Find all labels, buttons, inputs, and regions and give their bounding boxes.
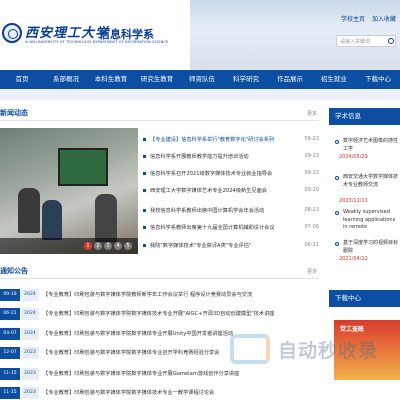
news-item[interactable]: 我校信息科学系教师出席中国计算机学会年会活动 08-23 (143, 205, 319, 219)
photo-person (95, 194, 117, 242)
photo-person (18, 188, 40, 233)
presentation-screen (58, 148, 108, 186)
news-item-date: 09-22 (304, 170, 319, 176)
nav-faculty[interactable]: 师资队伍 (180, 70, 224, 89)
news-item[interactable]: 信息科学系开展教师教学能力提升培训活动 09-23 (143, 151, 319, 165)
list-dot-icon (335, 242, 339, 246)
notice-year: 2023 (21, 368, 39, 380)
homepage-link[interactable]: 学校主页 (341, 16, 365, 23)
slide-dot[interactable]: 3 (104, 242, 112, 250)
news-item[interactable]: 西安理工大学数字媒体艺术专业2024级新生见面会 09-20 (143, 185, 319, 199)
notice-year: 2024 (21, 328, 39, 340)
academic-item-title[interactable]: Weakly supervised learning applications … (343, 209, 400, 232)
nav-research[interactable]: 科学研究 (224, 70, 268, 89)
news-item-date: 08-23 (304, 207, 319, 213)
bullet-icon (143, 244, 146, 247)
notice-title[interactable]: 【专业教育】印刷包装与数字媒体学院数字媒体技术专业一教学课程讨论会 (43, 389, 311, 396)
news-divider (0, 120, 319, 121)
bullet-icon (143, 172, 146, 175)
notice-year: 2024 (21, 289, 39, 301)
notice-date: 12-07 (0, 347, 20, 359)
academic-item-title[interactable]: 数字经济艺术图像的感性工学 (343, 138, 400, 153)
nav-about[interactable]: 系部概况 (44, 70, 88, 89)
news-item[interactable]: 信息科学系教师出席第十九届全国计算机辅助设计会议 07-06 (143, 222, 319, 236)
notice-row[interactable]: 11-15 2023 【专业教育】印刷包装与数字媒体学院数字媒体技术专业一教学课… (0, 386, 319, 400)
notices-section-title: 通知公告 (0, 267, 28, 275)
news-item-title[interactable]: 信息科学系召开2021级数字媒体技术专业就业指导会 (150, 170, 300, 177)
notice-title[interactable]: 【专业教育】印刷包装与数字媒体学院数字媒体技术专业开展"AIGC+开源3D自动创… (43, 310, 311, 317)
nav-undergraduate[interactable]: 本科生教育 (88, 70, 134, 89)
search-input[interactable]: 请输入关键词 (336, 35, 396, 47)
notice-date: 11-15 (0, 387, 20, 399)
banner-strip (0, 89, 400, 100)
news-more-link[interactable]: 更多 (307, 110, 317, 117)
academic-item-date: 2024/05/29 (339, 154, 368, 160)
notice-year: 2024 (21, 308, 39, 320)
news-item-title[interactable]: 我校信息科学系教师出席中国计算机学会年会活动 (150, 207, 300, 214)
news-section-title: 新闻动态 (0, 109, 28, 117)
notices-divider (0, 278, 319, 279)
academic-item-date: 2023/12/11 (339, 198, 368, 204)
notice-row[interactable]: 09-18 2024 【专业教育】印刷包装与数字媒体学院教师新学年工作会议举行 … (0, 288, 319, 302)
notice-row[interactable]: 06-21 2024 【专业教育】印刷包装与数字媒体学院数字媒体技术专业开展"A… (0, 307, 319, 321)
bullet-icon (143, 226, 146, 229)
download-center-title: 下载中心 (329, 290, 400, 307)
main-nav: 首页 系部概况 本科生教育 研究生教育 师资队伍 科学研究 作品展示 招生就业 … (0, 70, 400, 89)
news-item-date: 09-23 (304, 153, 319, 159)
bullet-icon (143, 155, 146, 158)
notice-date: 06-21 (0, 308, 20, 320)
search-icon[interactable] (388, 38, 394, 44)
list-dot-icon (335, 140, 339, 144)
notices-more-link[interactable]: 更多 (307, 268, 317, 275)
university-seal-logo[interactable] (2, 23, 22, 43)
department-name[interactable]: 信息科学系 (99, 26, 154, 42)
academic-item-date: 2021/04/12 (339, 256, 368, 262)
watermark: 自动秒收录 (230, 330, 400, 370)
news-item-title[interactable]: 西安理工大学数字媒体艺术专业2024级新生见面会 (150, 187, 300, 194)
bullet-icon (143, 189, 146, 192)
list-dot-icon (335, 211, 339, 215)
news-item-date: 09-20 (304, 187, 319, 193)
nav-works[interactable]: 作品展示 (268, 70, 312, 89)
watermark-logo-icon (230, 334, 270, 364)
notice-title[interactable]: 【专业教育】印刷包装与数字媒体学院教师新学年工作会议举行 程序设计竞赛动员会与交… (43, 291, 311, 298)
list-dot-icon (335, 176, 339, 180)
site-header: 西安理工大学 XI'AN UNIVERSITY OF TECHNOLOGY DE… (0, 0, 400, 70)
notice-date: 09-18 (0, 289, 20, 301)
news-item-title[interactable]: 信息科学系教师出席第十九届全国计算机辅助设计会议 (150, 224, 300, 231)
notice-date: 04-07 (0, 328, 20, 340)
watermark-text: 自动秒收录 (278, 340, 379, 362)
news-item-date: 06-21 (304, 242, 319, 248)
news-item-date: 07-06 (304, 224, 319, 230)
nav-admission[interactable]: 招生就业 (312, 70, 356, 89)
notice-date: 11-15 (0, 368, 20, 380)
bullet-icon (143, 138, 146, 141)
nav-graduate[interactable]: 研究生教育 (134, 70, 180, 89)
academic-item-title[interactable]: 西安交通大学数字媒体技术专业教师交流 (343, 174, 400, 189)
notice-year: 2023 (21, 347, 39, 359)
slide-dot[interactable]: 2 (94, 242, 102, 250)
notice-title[interactable]: 【专业教育】印刷包装与数字媒体学院数字媒体专业开展Gamelam游戏创作分享讲座 (43, 370, 311, 377)
news-item[interactable]: 信息科学系召开2021级数字媒体技术专业就业指导会 09-22 (143, 168, 319, 182)
news-item-title[interactable]: 【专业建设】信息科学系举行"教育数字化"研讨会系列 (150, 136, 300, 143)
notice-year: 2023 (21, 387, 39, 399)
news-item-title[interactable]: 信息科学系开展教师教学能力提升培训活动 (150, 153, 300, 160)
top-links: 学校主页 加入收藏 (336, 14, 396, 23)
news-slideshow-photo[interactable]: 1 2 3 4 5 (0, 128, 138, 254)
favorite-link[interactable]: 加入收藏 (372, 16, 396, 23)
academic-info-title: 学术信息 (329, 108, 400, 125)
news-item[interactable]: 【专业建设】信息科学系举行"教育数字化"研讨会系列 09-23 (143, 134, 319, 148)
school-name[interactable]: 西安理工大学 (25, 22, 109, 41)
slide-dot[interactable]: 4 (114, 242, 122, 250)
slide-dot[interactable]: 1 (84, 242, 92, 250)
news-item-title[interactable]: 我院"数字媒体技术"专业获评A类"专业评估" (150, 242, 300, 249)
slide-dot[interactable]: 5 (124, 242, 132, 250)
news-item[interactable]: 我院"数字媒体技术"专业获评A类"专业评估" 06-21 (143, 240, 319, 254)
nav-download[interactable]: 下载中心 (356, 70, 400, 89)
academic-item-title[interactable]: 基于深度学习的视频目标跟踪 (343, 240, 400, 255)
bullet-icon (143, 209, 146, 212)
news-item-date: 09-23 (304, 136, 319, 142)
nav-home[interactable]: 首页 (0, 70, 44, 89)
photo-person (42, 200, 62, 240)
